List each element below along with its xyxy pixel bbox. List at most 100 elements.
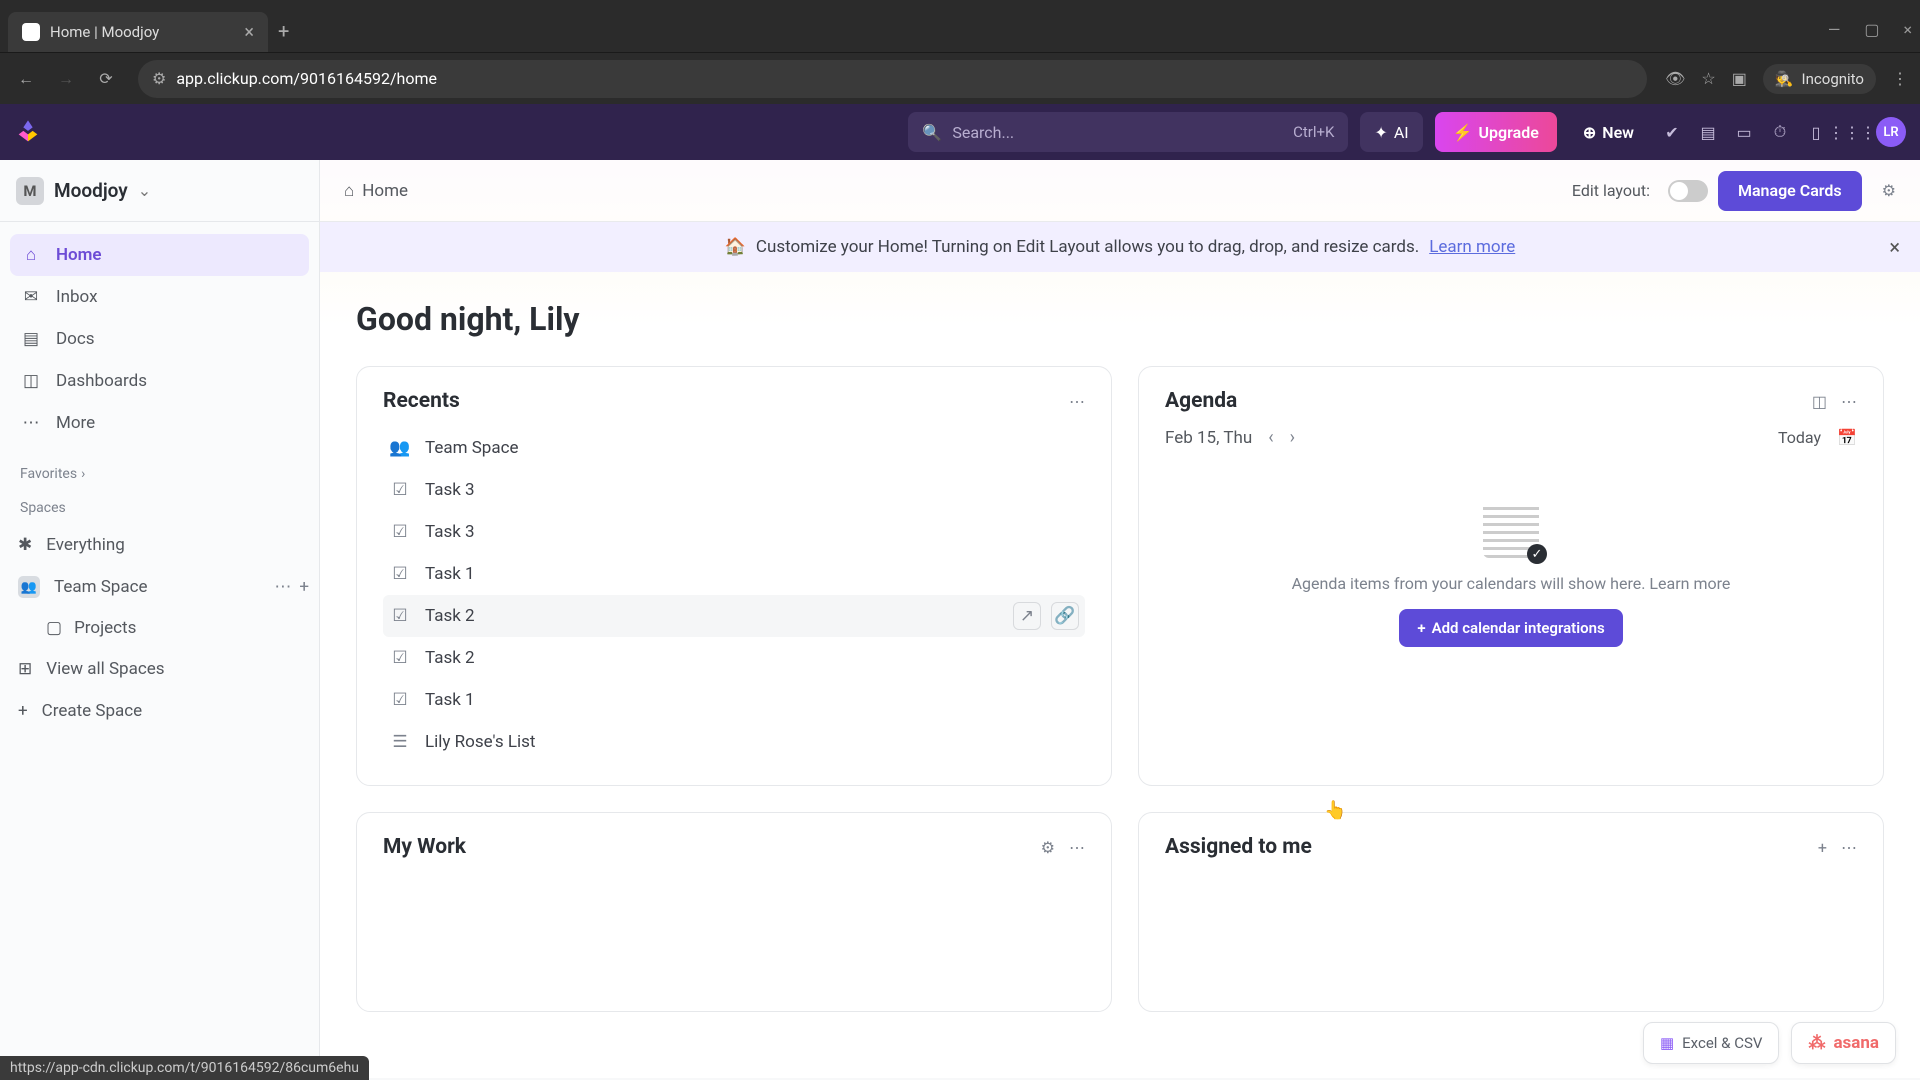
docs-icon: ▤ [20, 328, 42, 350]
minimize-icon[interactable]: — [1828, 20, 1841, 39]
task-check-icon: ☑ [389, 564, 411, 584]
sidebar-collapse-icon[interactable]: ◫ [1812, 392, 1827, 411]
workspace-selector[interactable]: M Moodjoy ⌄ [0, 160, 319, 222]
sparkle-icon: ✦ [1374, 123, 1387, 142]
doc-icon[interactable]: ▯ [1804, 120, 1828, 144]
recent-item-task[interactable]: ☑ Task 2 ↗ 🔗 [383, 595, 1085, 637]
card-title: My Work [383, 835, 466, 859]
notepad-icon[interactable]: ▤ [1696, 120, 1720, 144]
prev-day-button[interactable]: ‹ [1268, 427, 1273, 448]
plus-icon[interactable]: + [299, 577, 309, 597]
recent-label: Team Space [425, 438, 519, 458]
sidebar-item-create-space[interactable]: + Create Space [0, 690, 319, 732]
more-icon[interactable]: ⋯ [1841, 838, 1857, 857]
tab-title: Home | Moodjoy [50, 23, 234, 41]
banner-learn-more-link[interactable]: Learn more [1429, 237, 1515, 257]
everything-icon: ✱ [18, 535, 32, 555]
recent-item-task[interactable]: ☑ Task 2 [383, 637, 1085, 679]
sidebar-label: View all Spaces [46, 659, 164, 679]
next-day-button[interactable]: › [1290, 427, 1295, 448]
folder-icon: ▢ [46, 618, 62, 638]
chip-label: asana [1833, 1033, 1879, 1053]
more-icon[interactable]: ⋯ [1069, 838, 1085, 857]
browser-tab[interactable]: Home | Moodjoy × [8, 12, 268, 52]
reload-button[interactable]: ⟳ [92, 65, 120, 93]
sidebar-item-team-space[interactable]: 👥 Team Space ⋯ + [0, 566, 319, 608]
sidebar-label: Home [56, 245, 102, 265]
sidebar-label: More [56, 413, 95, 433]
import-asana-chip[interactable]: asana [1791, 1022, 1896, 1064]
open-new-tab-icon[interactable]: ↗ [1013, 602, 1041, 630]
sidebar-label: Dashboards [56, 371, 147, 391]
link-icon[interactable]: 🔗 [1051, 602, 1079, 630]
recent-item-task[interactable]: ☑ Task 3 [383, 511, 1085, 553]
upgrade-button[interactable]: ⚡ Upgrade [1435, 112, 1557, 152]
sidebar-item-docs[interactable]: ▤ Docs [10, 318, 309, 360]
sidebar-item-inbox[interactable]: ✉ Inbox [10, 276, 309, 318]
close-window-icon[interactable]: × [1903, 20, 1912, 39]
edit-layout-toggle[interactable] [1668, 180, 1708, 202]
new-label: New [1602, 123, 1634, 142]
video-icon[interactable]: ▭ [1732, 120, 1756, 144]
close-icon[interactable]: × [1889, 235, 1900, 259]
card-title: Recents [383, 389, 460, 413]
team-icon: 👥 [389, 438, 411, 458]
user-avatar[interactable]: LR [1876, 117, 1906, 147]
breadcrumb[interactable]: ⌂ Home [344, 181, 408, 201]
global-search-input[interactable]: 🔍 Search... Ctrl+K [908, 112, 1348, 152]
maximize-icon[interactable]: ▢ [1864, 20, 1879, 39]
sidebar-item-home[interactable]: ⌂ Home [10, 234, 309, 276]
sidebar-item-dashboards[interactable]: ◫ Dashboards [10, 360, 309, 402]
import-chips: ▦ Excel & CSV asana [1643, 1022, 1896, 1064]
panel-icon[interactable]: ▣ [1732, 69, 1747, 88]
calendar-icon[interactable]: 📅 [1837, 428, 1857, 447]
recent-label: Task 3 [425, 522, 475, 542]
recent-item-task[interactable]: ☑ Task 1 [383, 679, 1085, 721]
close-icon[interactable]: × [244, 22, 254, 43]
learn-more-link[interactable]: Learn more [1649, 574, 1730, 593]
more-icon[interactable]: ⋯ [274, 577, 291, 597]
grid-icon: ⊞ [18, 659, 32, 679]
recent-item-team-space[interactable]: 👥 Team Space [383, 427, 1085, 469]
gear-icon[interactable]: ⚙ [1882, 181, 1896, 200]
agenda-date: Feb 15, Thu [1165, 428, 1252, 448]
app-logo[interactable] [14, 118, 42, 146]
sidebar-item-projects[interactable]: ▢ Projects [0, 608, 319, 648]
today-button[interactable]: Today [1778, 428, 1821, 447]
browser-menu-icon[interactable]: ⋮ [1892, 69, 1908, 88]
recent-item-list[interactable]: ☰ Lily Rose's List [383, 721, 1085, 763]
spaces-label: Spaces [20, 500, 66, 516]
more-icon[interactable]: ⋯ [1069, 392, 1085, 411]
forward-button[interactable]: → [52, 65, 80, 93]
lightning-icon: ⚡ [1453, 123, 1473, 142]
sidebar-item-view-all-spaces[interactable]: ⊞ View all Spaces [0, 648, 319, 690]
home-icon: ⌂ [344, 181, 354, 201]
recent-item-task[interactable]: ☑ Task 3 [383, 469, 1085, 511]
stopwatch-icon[interactable]: ⏱ [1768, 120, 1792, 144]
sidebar-item-more[interactable]: ⋯ More [10, 402, 309, 444]
url-input[interactable]: ⚙ app.clickup.com/9016164592/home [138, 60, 1647, 98]
eye-off-icon[interactable]: 👁 [1665, 69, 1685, 88]
gear-icon[interactable]: ⚙ [1041, 838, 1055, 857]
new-button[interactable]: ⊕ New [1569, 112, 1648, 152]
import-excel-chip[interactable]: ▦ Excel & CSV [1643, 1022, 1779, 1064]
add-calendar-button[interactable]: + Add calendar integrations [1399, 609, 1622, 647]
manage-cards-button[interactable]: Manage Cards [1718, 171, 1862, 211]
search-shortcut: Ctrl+K [1293, 123, 1334, 141]
sidebar-item-everything[interactable]: ✱ Everything [0, 524, 319, 566]
plus-icon[interactable]: + [1818, 838, 1827, 857]
home-icon: ⌂ [20, 244, 42, 266]
more-icon[interactable]: ⋯ [1841, 392, 1857, 411]
back-button[interactable]: ← [12, 65, 40, 93]
bookmark-icon[interactable]: ☆ [1701, 69, 1715, 88]
browser-tab-strip: Home | Moodjoy × + — ▢ × [0, 0, 1920, 52]
ai-button[interactable]: ✦ AI [1360, 112, 1422, 152]
new-tab-button[interactable]: + [278, 19, 289, 43]
recent-item-task[interactable]: ☑ Task 1 [383, 553, 1085, 595]
favorites-section[interactable]: Favorites › [0, 456, 319, 490]
task-check-icon: ☑ [389, 480, 411, 500]
site-settings-icon[interactable]: ⚙ [152, 69, 166, 88]
add-calendar-label: Add calendar integrations [1432, 619, 1605, 637]
check-circle-icon[interactable]: ✔ [1660, 120, 1684, 144]
apps-grid-icon[interactable]: ⋮⋮⋮ [1840, 120, 1864, 144]
